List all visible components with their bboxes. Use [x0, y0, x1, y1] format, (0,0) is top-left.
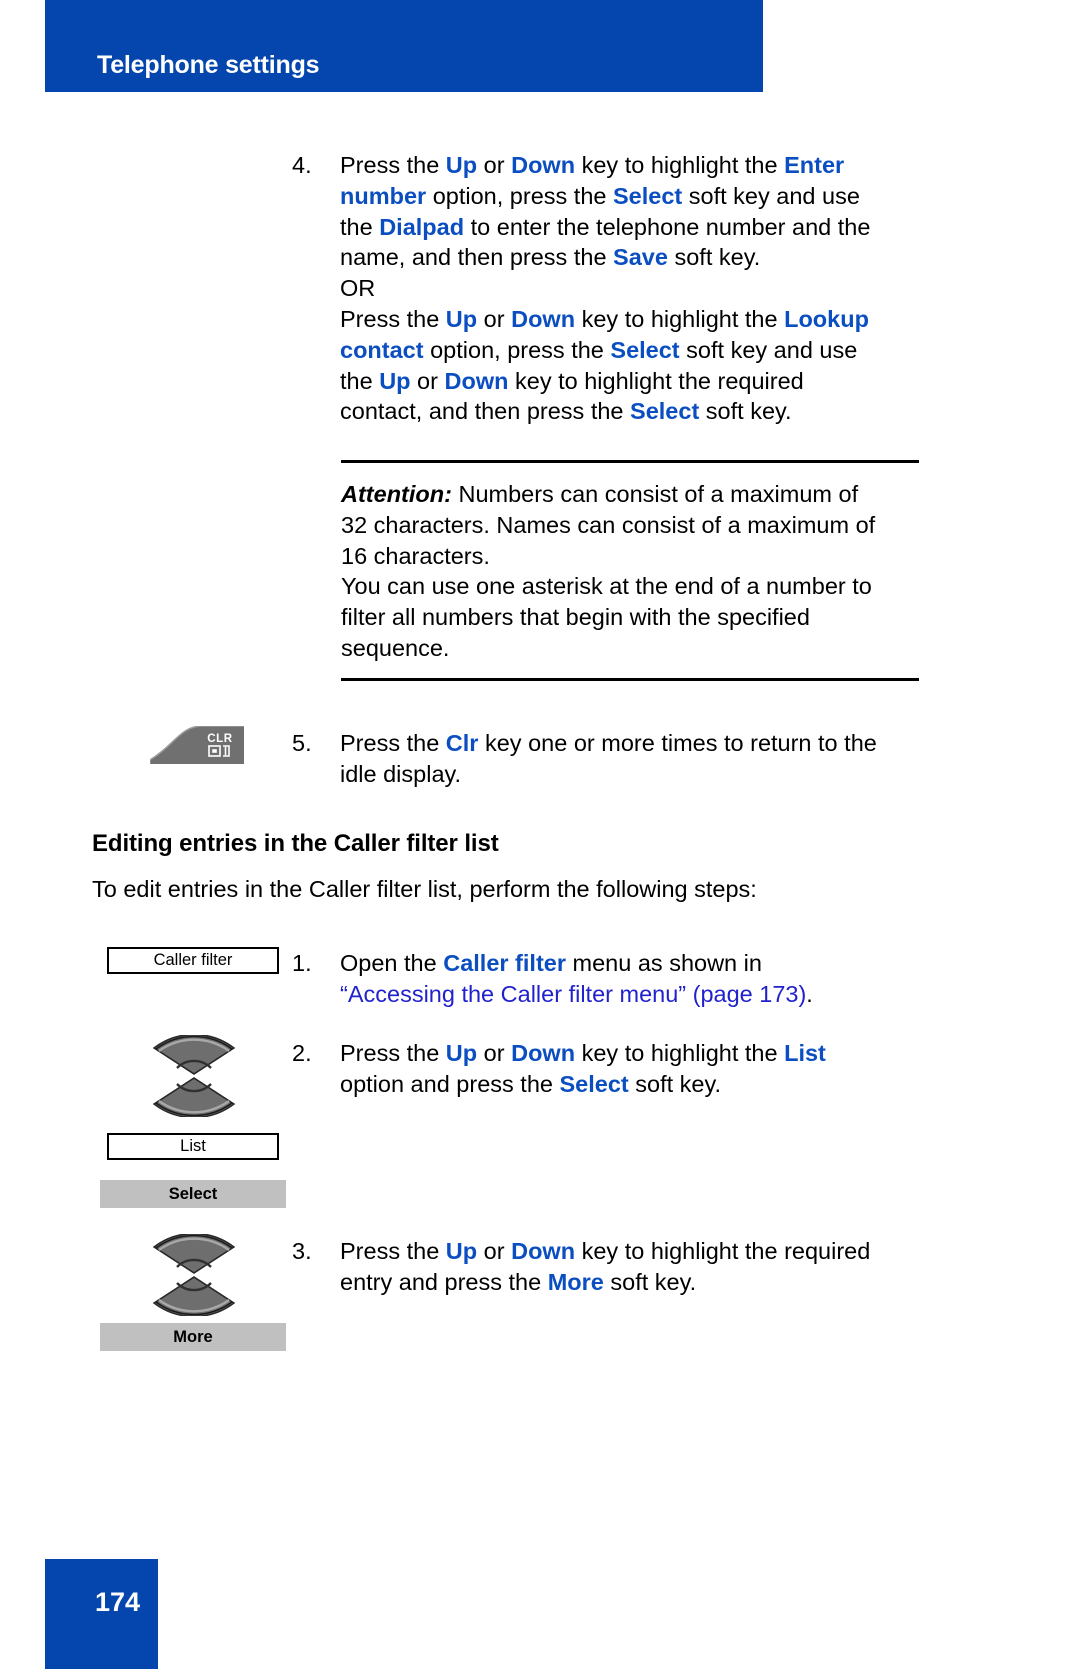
attention-line: filter all numbers that begin with the s… [341, 604, 810, 631]
page-number: 174 [95, 1587, 141, 1617]
section-heading: Editing entries in the Caller filter lis… [92, 830, 499, 857]
caller-filter-menu-box: Caller filter [107, 947, 279, 974]
keyword: Down [511, 1040, 576, 1066]
body-text: option, press the [426, 182, 613, 209]
attention-bottom-rule [341, 677, 919, 681]
attention-line: sequence. [341, 634, 450, 661]
keyword: Up [445, 1040, 478, 1066]
body-text: key to highlight the required [508, 367, 804, 394]
step-2-text: Press the Up or Down key to highlight th… [340, 1038, 826, 1100]
step-1-number: 1. [292, 950, 312, 976]
attention-line: 32 characters. Names can consist of a ma… [341, 511, 876, 538]
body-text: Press the [340, 305, 446, 332]
page-footer-bar: 174 [45, 1559, 158, 1669]
keyword: Lookup [784, 305, 869, 332]
body-text: or [477, 152, 512, 178]
attention-line: 16 characters. [341, 542, 490, 569]
page-content: 4. Press the Up or Down key to highlight… [0, 0, 1080, 1669]
body-text: key to highlight the [575, 152, 785, 178]
step-5-text: Press the Clr key one or more times to r… [340, 728, 877, 790]
keyword: Select [610, 336, 680, 363]
body-text: Press the [340, 152, 446, 178]
body-text: or [410, 367, 445, 394]
keyword: Up [445, 1238, 478, 1264]
body-text: Open the [340, 950, 444, 976]
keyword: Up [379, 367, 411, 394]
select-soft-key: Select [100, 1180, 286, 1208]
up-down-navigation-key-icon-2 [148, 1234, 240, 1316]
keyword: Dialpad [379, 213, 465, 240]
step-2: 2. Press the Up or Down key to highlight… [292, 1038, 932, 1100]
clr-key-icon: CLR [150, 726, 244, 764]
step-3-text: Press the Up or Down key to highlight th… [340, 1236, 870, 1298]
step-5: 5. Press the Clr key one or more times t… [292, 728, 932, 790]
body-text: name, and then press the [340, 244, 614, 271]
step-3: 3. Press the Up or Down key to highlight… [292, 1236, 932, 1298]
body-text: option, press the [423, 336, 611, 363]
keyword: Select [613, 182, 683, 209]
body-text: the [340, 213, 380, 240]
body-text: soft key and use [682, 182, 860, 209]
keyword: Select [559, 1070, 629, 1097]
step-2-number: 2. [292, 1040, 312, 1066]
list-menu-box: List [107, 1133, 279, 1160]
attention-label: Attention: [341, 481, 452, 507]
more-soft-key: More [100, 1323, 286, 1351]
body-text: entry and press the [340, 1268, 548, 1295]
keyword: Save [613, 244, 668, 271]
attention-note: Attention: Numbers can consist of a maxi… [341, 460, 919, 681]
body-text: soft key. [667, 244, 761, 271]
keyword: Down [511, 1238, 576, 1264]
body-text: soft key and use [679, 336, 858, 363]
step-1: 1. Open the Caller filter menu as shown … [292, 948, 932, 1010]
body-text: idle display. [340, 760, 462, 787]
attention-line: Numbers can consist of a maximum of [451, 481, 859, 507]
keyword: Down [511, 305, 576, 332]
step-5-number: 5. [292, 730, 312, 756]
keyword: More [547, 1268, 604, 1295]
attention-line: You can use one asterisk at the end of a… [341, 573, 872, 600]
keyword: Down [444, 367, 509, 394]
body-text: key to highlight the required [575, 1238, 871, 1264]
body-text: the [340, 367, 380, 394]
step-1-text: Open the Caller filter menu as shown in “… [340, 948, 813, 1010]
body-text: OR [340, 275, 376, 302]
body-text: Press the [340, 1040, 446, 1066]
attention-text: Attention: Numbers can consist of a maxi… [341, 463, 919, 678]
keyword: Up [445, 152, 478, 178]
body-text: contact, and then press the [340, 398, 631, 425]
step-3-number: 3. [292, 1238, 312, 1264]
keyword: Select [630, 398, 700, 425]
body-text: or [477, 305, 512, 332]
body-text: menu as shown in [566, 950, 762, 976]
section-intro-text: To edit entries in the Caller filter lis… [92, 876, 757, 902]
step-4: 4. Press the Up or Down key to highlight… [292, 150, 932, 427]
keyword: number [340, 182, 427, 209]
keyword: List [784, 1040, 826, 1066]
body-text: key to highlight the [575, 1040, 785, 1066]
body-text: Press the [340, 1238, 446, 1264]
keyword: Up [445, 305, 478, 332]
body-text: soft key. [699, 398, 792, 425]
step-4-text: Press the Up or Down key to highlight th… [340, 150, 870, 427]
step-4-number: 4. [292, 152, 312, 178]
keyword: Caller filter [443, 950, 566, 976]
body-text: soft key. [603, 1268, 697, 1295]
body-text: or [477, 1238, 512, 1264]
svg-text:CLR: CLR [207, 733, 233, 745]
keyword: Enter [784, 152, 845, 178]
keyword: Down [511, 152, 576, 178]
keyword: contact [340, 336, 424, 363]
body-text: . [806, 980, 813, 1007]
body-text: soft key. [628, 1070, 722, 1097]
body-text: option and press the [340, 1070, 560, 1097]
body-text: key one or more times to return to the [478, 730, 877, 756]
keyword: Clr [445, 730, 479, 756]
body-text: key to highlight the [575, 305, 785, 332]
up-down-navigation-key-icon [148, 1035, 240, 1117]
body-text: to enter the telephone number and the [464, 213, 871, 240]
cross-reference-link[interactable]: “Accessing the Caller filter menu” (page… [340, 981, 806, 1007]
body-text: or [477, 1040, 512, 1066]
body-text: Press the [340, 730, 446, 756]
